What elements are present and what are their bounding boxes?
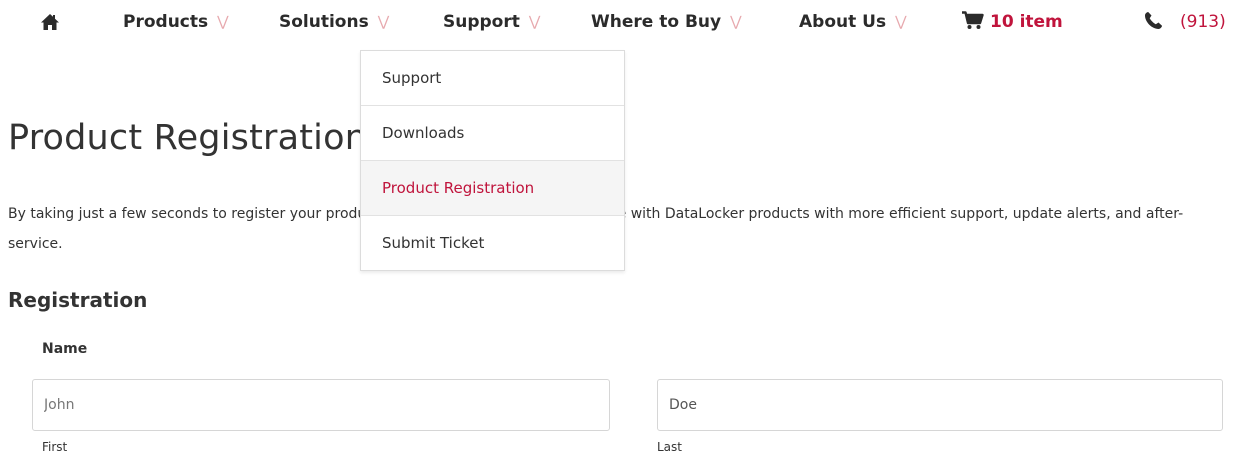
nav-item-support[interactable]: Support ⋁ — [443, 8, 540, 36]
nav-item-label: Support — [443, 12, 520, 32]
dropdown-item-downloads[interactable]: Downloads — [361, 106, 624, 161]
chevron-down-icon: ⋁ — [217, 14, 229, 30]
nav-item-label: About Us — [799, 12, 887, 32]
cart-count: 10 item — [990, 12, 1063, 32]
section-title: Registration — [8, 288, 148, 312]
last-name-input[interactable] — [657, 379, 1223, 431]
phone-link[interactable]: (913) — [1144, 8, 1226, 36]
phone-number: (913) — [1180, 12, 1226, 32]
nav-item-where-to-buy[interactable]: Where to Buy ⋁ — [591, 8, 742, 36]
nav-item-label: Solutions — [279, 12, 369, 32]
name-label: Name — [42, 341, 88, 357]
home-icon[interactable] — [40, 13, 60, 31]
page-title: Product Registration — [8, 118, 368, 158]
last-name-sublabel: Last — [657, 440, 682, 454]
chevron-down-icon: ⋁ — [895, 14, 907, 30]
nav-item-label: Products — [123, 12, 209, 32]
dropdown-item-submit-ticket[interactable]: Submit Ticket — [361, 216, 624, 270]
first-name-input[interactable] — [32, 379, 610, 431]
dropdown-item-support[interactable]: Support — [361, 51, 624, 106]
cart-link[interactable]: 10 item — [962, 8, 1063, 36]
chevron-down-icon: ⋁ — [730, 14, 742, 30]
chevron-down-icon: ⋁ — [528, 14, 541, 30]
nav-item-about-us[interactable]: About Us ⋁ — [799, 8, 907, 36]
cart-icon — [962, 11, 984, 29]
nav-item-label: Where to Buy — [591, 12, 722, 32]
first-name-sublabel: First — [42, 440, 68, 454]
nav-item-products[interactable]: Products ⋁ — [123, 8, 229, 36]
dropdown-item-product-registration[interactable]: Product Registration — [361, 161, 624, 216]
chevron-down-icon: ⋁ — [377, 14, 390, 30]
support-dropdown-menu: Support Downloads Product Registration S… — [360, 50, 625, 271]
phone-icon — [1145, 12, 1162, 29]
main-navigation: Products ⋁ Solutions ⋁ Support ⋁ Where to B… — [0, 0, 1247, 44]
nav-item-solutions[interactable]: Solutions ⋁ — [279, 8, 389, 36]
